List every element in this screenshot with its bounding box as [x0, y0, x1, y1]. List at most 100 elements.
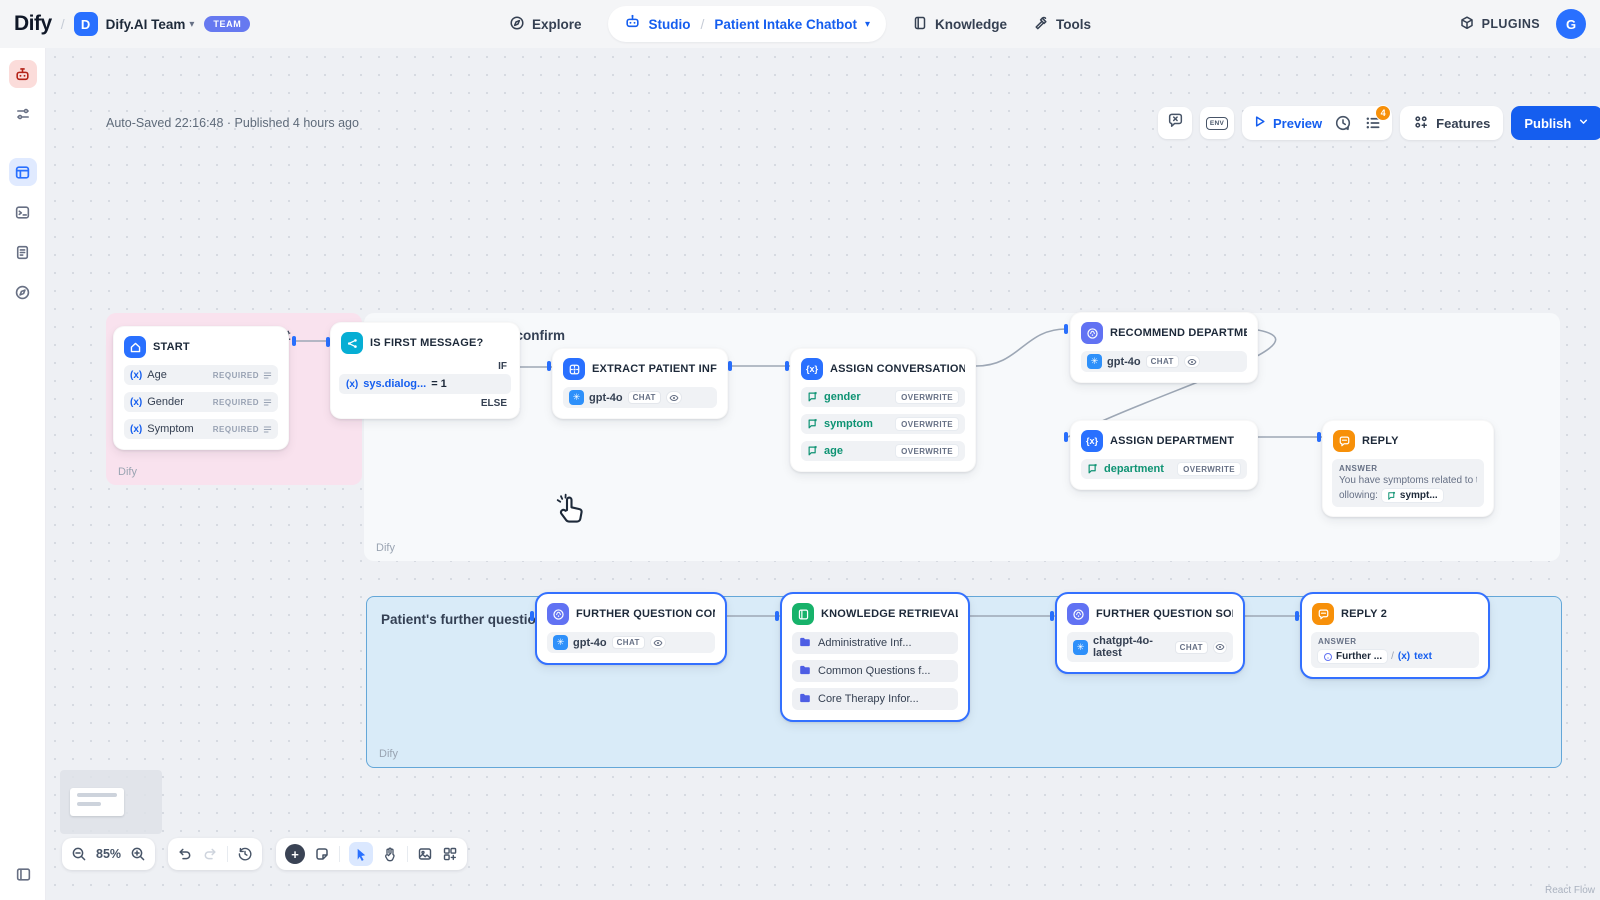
chevron-down-icon[interactable]: ▾ — [189, 19, 194, 30]
node-further-question-solving[interactable]: FURTHER QUESTION SOLVIN ✳ chatgpt-4o-lat… — [1055, 592, 1245, 674]
node-title: KNOWLEDGE RETRIEVAL — [821, 608, 958, 620]
variable-token: (x) — [130, 397, 142, 408]
condition-chip[interactable]: (x) sys.dialog... = 1 — [339, 374, 511, 394]
robot-icon — [624, 13, 641, 35]
eye-icon — [1213, 641, 1227, 654]
assign-row[interactable]: department OVERWRITE — [1081, 459, 1247, 479]
react-flow-attribution: React Flow — [1545, 885, 1595, 896]
zoom-in-icon[interactable] — [130, 846, 146, 862]
node-title: FURTHER QUESTION CONSO — [576, 608, 715, 620]
node-extract-patient-info[interactable]: EXTRACT PATIENT INFO ✳ gpt-4o CHAT — [552, 348, 728, 419]
hammer-icon — [1033, 15, 1049, 34]
chevron-down-icon — [1577, 115, 1590, 131]
variable-chip-label: text — [1414, 651, 1432, 662]
add-note-icon[interactable] — [314, 846, 330, 862]
hand-tool[interactable] — [382, 846, 398, 862]
folder-icon — [799, 692, 811, 707]
node-further-question-consult[interactable]: FURTHER QUESTION CONSO ✳ gpt-4o CHAT — [535, 592, 727, 665]
sidebar-item-orchestrate[interactable] — [9, 158, 37, 186]
variable-token: (x) — [130, 424, 142, 435]
user-avatar[interactable]: G — [1556, 9, 1586, 39]
variable-token: (x) — [346, 379, 358, 390]
assigner-icon: {x} — [1081, 430, 1103, 452]
branch-icon — [341, 332, 363, 354]
collapse-panel-icon[interactable] — [9, 860, 37, 888]
nav-explore[interactable]: Explore — [509, 15, 582, 34]
app-settings-icon[interactable] — [9, 100, 37, 128]
preview-button[interactable]: Preview — [1252, 114, 1322, 132]
checklist-button[interactable]: 4 — [1364, 114, 1382, 132]
change-history-icon[interactable] — [237, 846, 253, 862]
nav-knowledge[interactable]: Knowledge — [912, 15, 1007, 34]
export-image-icon[interactable] — [417, 846, 433, 862]
node-recommend-department[interactable]: RECOMMEND DEPARTMENT ✳ gpt-4o CHAT — [1070, 312, 1258, 383]
dify-watermark: Dify — [376, 542, 395, 554]
model-row[interactable]: ✳ gpt-4o CHAT — [1081, 351, 1247, 372]
node-assign-department[interactable]: {x} ASSIGN DEPARTMENT department OVERWRI… — [1070, 420, 1258, 490]
knowledge-doc-row[interactable]: Administrative Inf... — [792, 632, 958, 654]
nav-plugins[interactable]: PLUGINS — [1459, 15, 1540, 34]
answer-preview[interactable]: ANSWER You have symptoms related to the … — [1332, 459, 1484, 507]
chat-variables-button[interactable] — [1158, 107, 1192, 139]
variable-name: Age — [147, 369, 167, 381]
group-title: Patient's information confirm — [364, 313, 1560, 343]
else-branch-label: ELSE — [343, 398, 507, 409]
start-variable-row[interactable]: (x) Symptom REQUIRED — [124, 419, 278, 439]
conversation-variable-icon — [1387, 491, 1397, 501]
sidebar-item-monitoring[interactable] — [9, 278, 37, 306]
knowledge-doc-row[interactable]: Core Therapy Infor... — [792, 688, 958, 710]
variable-token: (x) — [1398, 651, 1410, 662]
node-start[interactable]: START (x) Age REQUIRED (x) Gender REQUIR… — [113, 326, 289, 450]
nav-plugins-label: PLUGINS — [1482, 17, 1540, 31]
pointer-tool[interactable] — [349, 842, 373, 866]
node-reply-2[interactable]: REPLY 2 ANSWER Further ... / (x) text — [1300, 592, 1490, 679]
nav-tools[interactable]: Tools — [1033, 15, 1091, 34]
answer-preview[interactable]: ANSWER Further ... / (x) text — [1311, 632, 1479, 668]
sidebar-item-logs[interactable] — [9, 238, 37, 266]
zoom-out-icon[interactable] — [71, 846, 87, 862]
node-title: START — [153, 341, 190, 353]
model-row[interactable]: ✳ gpt-4o CHAT — [547, 632, 715, 653]
node-reply[interactable]: REPLY ANSWER You have symptoms related t… — [1322, 420, 1494, 517]
minimap[interactable] — [60, 770, 162, 834]
dify-logo: Dify — [14, 12, 52, 36]
app-icon[interactable] — [9, 60, 37, 88]
features-button[interactable]: Features — [1400, 106, 1503, 140]
redo-icon[interactable] — [202, 846, 218, 862]
explore-icon — [509, 15, 525, 34]
chevron-down-icon[interactable]: ▾ — [865, 19, 870, 30]
start-variable-row[interactable]: (x) Gender REQUIRED — [124, 392, 278, 412]
sidebar-item-api[interactable] — [9, 198, 37, 226]
zoom-level[interactable]: 85% — [96, 847, 121, 861]
publish-button[interactable]: Publish — [1511, 106, 1600, 140]
knowledge-doc-row[interactable]: Common Questions f... — [792, 660, 958, 682]
canvas-tools: + — [276, 838, 467, 870]
chat-mode-badge: CHAT — [628, 391, 661, 404]
add-node-button[interactable]: + — [285, 844, 305, 864]
assign-row[interactable]: gender OVERWRITE — [801, 387, 965, 407]
openai-icon: ✳ — [569, 390, 584, 405]
assign-variable-name: symptom — [824, 418, 873, 430]
condition-operator: = 1 — [431, 378, 447, 390]
node-assign-conversation-variables[interactable]: {x} ASSIGN CONVERSATION VA gender OVERWR… — [790, 348, 976, 472]
app-name[interactable]: Patient Intake Chatbot — [714, 17, 857, 32]
run-history-button[interactable] — [1334, 114, 1352, 132]
model-row[interactable]: ✳ chatgpt-4o-latest CHAT — [1067, 632, 1233, 662]
node-knowledge-retrieval[interactable]: KNOWLEDGE RETRIEVAL Administrative Inf..… — [780, 592, 970, 722]
undo-icon[interactable] — [177, 846, 193, 862]
condition-variable: sys.dialog... — [363, 378, 426, 390]
workspace-avatar[interactable]: D — [74, 12, 98, 36]
tab-studio[interactable]: Studio — [649, 17, 691, 32]
assign-row[interactable]: symptom OVERWRITE — [801, 414, 965, 434]
nav-tools-label: Tools — [1056, 17, 1091, 32]
start-variable-row[interactable]: (x) Age REQUIRED — [124, 365, 278, 385]
workspace-name[interactable]: Dify.AI Team — [106, 17, 186, 32]
nav-studio-breadcrumb[interactable]: Studio / Patient Intake Chatbot ▾ — [608, 6, 886, 42]
openai-icon: ✳ — [1073, 640, 1088, 655]
model-row[interactable]: ✳ gpt-4o CHAT — [563, 387, 717, 408]
env-variables-button[interactable]: ENV — [1200, 107, 1234, 139]
organize-blocks-icon[interactable] — [442, 846, 458, 862]
assign-row[interactable]: age OVERWRITE — [801, 441, 965, 461]
node-if-else[interactable]: IS FIRST MESSAGE? IF (x) sys.dialog... =… — [330, 322, 520, 419]
field-type-icon — [263, 398, 272, 407]
